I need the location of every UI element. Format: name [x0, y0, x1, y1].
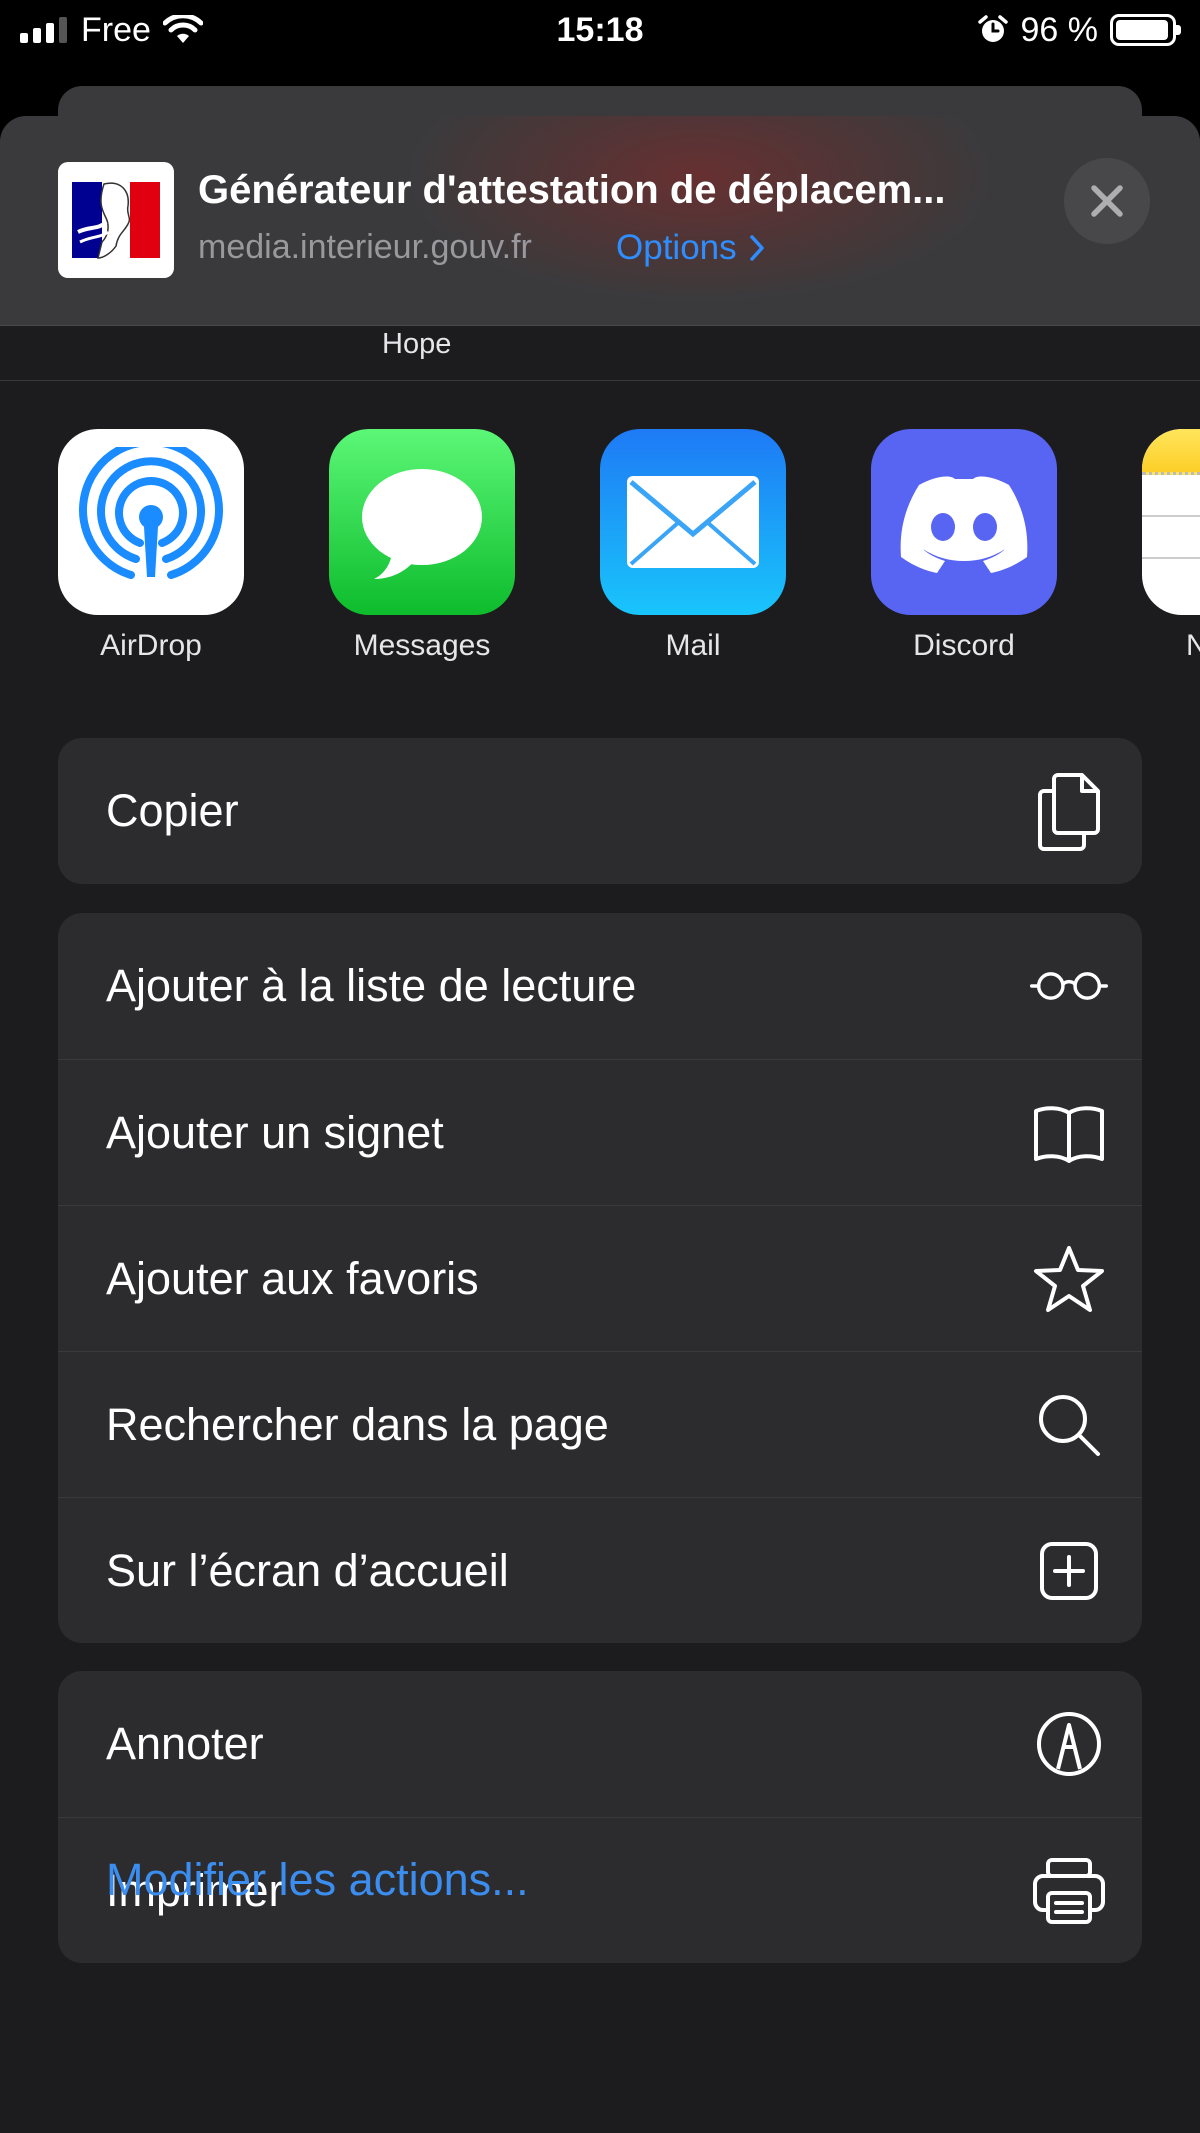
messages-icon — [329, 429, 515, 615]
action-group-document: Annoter Imprimer — [58, 1671, 1142, 1963]
action-label: Ajouter à la liste de lecture — [106, 960, 637, 1011]
copy-icon — [1030, 772, 1108, 851]
action-group-browser: Ajouter à la liste de lecture Ajouter un… — [58, 913, 1142, 1643]
glasses-icon — [1030, 947, 1108, 1025]
action-label: Ajouter un signet — [106, 1106, 444, 1158]
marianne-logo-icon — [58, 162, 174, 278]
notes-icon — [1142, 429, 1200, 615]
app-mail[interactable]: Mail — [600, 429, 786, 663]
app-label: Discord — [913, 629, 1015, 662]
markup-icon — [1030, 1705, 1108, 1783]
mail-icon — [600, 429, 786, 615]
action-add-bookmark[interactable]: Ajouter un signet — [58, 1059, 1142, 1205]
action-label: Rechercher dans la page — [106, 1398, 609, 1450]
action-group-copy: Copier — [58, 738, 1142, 884]
app-share-row: AirDrop Messages Mail Discord N — [0, 429, 1200, 662]
airdrop-icon — [58, 429, 244, 615]
app-label: AirDrop — [100, 629, 202, 662]
app-airdrop[interactable]: AirDrop — [58, 429, 244, 663]
action-add-reading-list[interactable]: Ajouter à la liste de lecture — [58, 913, 1142, 1059]
star-icon — [1030, 1240, 1108, 1318]
battery-level-fill — [1116, 20, 1168, 40]
action-add-home-screen[interactable]: Sur l’écran d’accueil — [58, 1497, 1142, 1643]
chevron-right-icon — [749, 235, 764, 261]
page-url: media.interieur.gouv.fr — [198, 228, 532, 266]
action-label: Annoter — [106, 1718, 264, 1769]
status-bar: Free 15:18 96 % — [0, 0, 1200, 60]
app-discord[interactable]: Discord — [871, 429, 1057, 663]
app-label: Messages — [353, 629, 491, 662]
book-icon — [1030, 1094, 1108, 1172]
add-square-icon — [1030, 1532, 1108, 1610]
app-label: Mail — [665, 629, 721, 662]
suggested-contacts-row[interactable]: Hope — [0, 326, 1200, 381]
battery-percentage: 96 % — [1020, 10, 1099, 49]
discord-icon — [871, 429, 1057, 615]
action-label: Ajouter aux favoris — [106, 1252, 479, 1304]
action-label: Copier — [106, 785, 239, 836]
options-label: Options — [616, 228, 737, 267]
action-copy[interactable]: Copier — [58, 738, 1142, 884]
share-sheet: Générateur d'attestation de déplacem... … — [0, 116, 1200, 2133]
action-label: Sur l’écran d’accueil — [106, 1544, 509, 1596]
app-notes[interactable]: N — [1142, 429, 1200, 663]
action-add-favorites[interactable]: Ajouter aux favoris — [58, 1205, 1142, 1351]
alarm-icon — [977, 15, 1008, 42]
battery-icon — [1110, 14, 1181, 46]
options-button[interactable]: Options — [616, 228, 765, 268]
contact-name: Hope — [382, 328, 452, 360]
share-header: Générateur d'attestation de déplacem... … — [0, 116, 1200, 326]
app-label: N — [1186, 629, 1200, 662]
modify-actions-link[interactable]: Modifier les actions... — [106, 1854, 529, 1906]
page-title: Générateur d'attestation de déplacem... — [198, 168, 946, 212]
close-button[interactable] — [1064, 158, 1150, 244]
action-find-on-page[interactable]: Rechercher dans la page — [58, 1351, 1142, 1497]
close-icon — [1091, 185, 1123, 217]
app-messages[interactable]: Messages — [329, 429, 515, 663]
printer-icon — [1030, 1852, 1108, 1930]
action-markup[interactable]: Annoter — [58, 1671, 1142, 1817]
search-icon — [1030, 1386, 1108, 1464]
